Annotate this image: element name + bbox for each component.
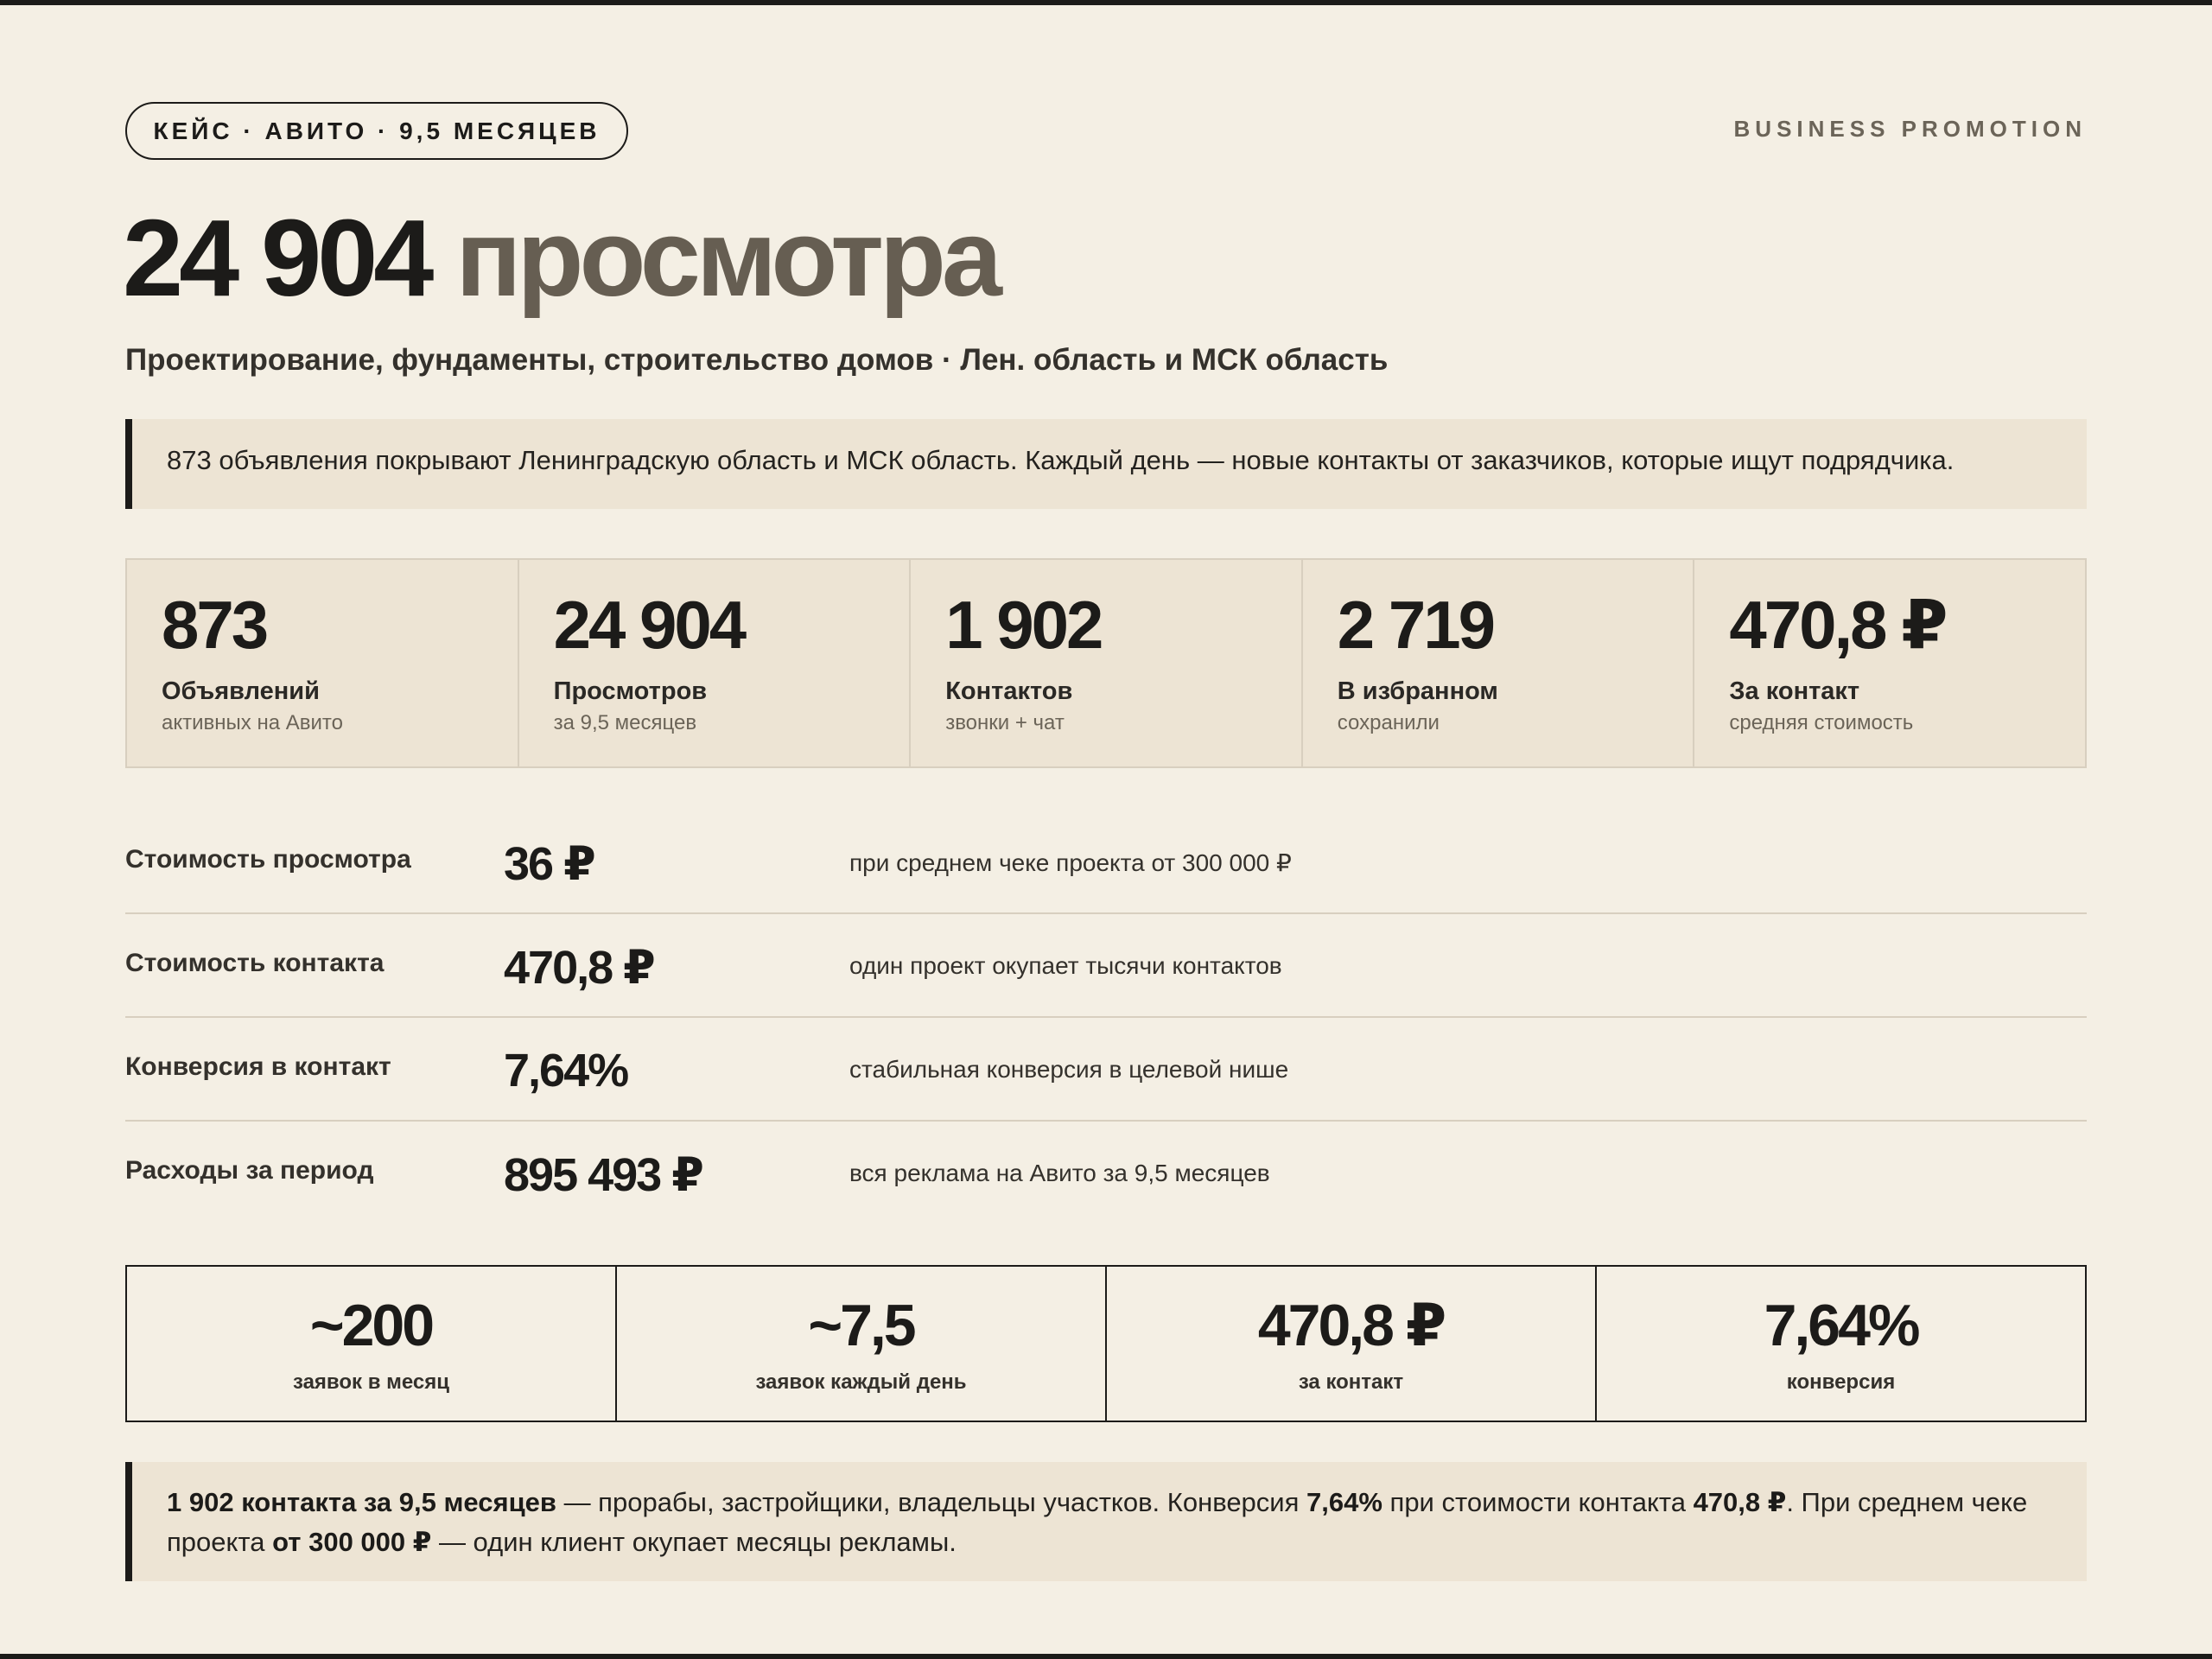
summary-cell: ~200 заявок в месяц [127, 1267, 617, 1421]
stat-value: 24 904 [553, 587, 747, 663]
summary-cell: 7,64% конверсия [1597, 1267, 2085, 1421]
metric-label: Конверсия в контакт [125, 1052, 391, 1081]
stat-views: 24 904 Просмотров за 9,5 месяцев [519, 560, 912, 766]
bottom-rule [0, 1654, 2212, 1659]
page-subtitle: Проектирование, фундаменты, строительств… [125, 343, 1389, 377]
summary-value: ~7,5 [808, 1293, 916, 1358]
metric-value: 470,8 ₽ [504, 942, 656, 994]
case-tag: КЕЙС · АВИТО · 9,5 МЕСЯЦЕВ [125, 102, 628, 160]
metric-label: Стоимость контакта [125, 949, 385, 977]
closing-emphasis: от 300 000 ₽ [272, 1527, 432, 1557]
stat-label: Объявлений [162, 677, 320, 705]
stat-label: За контакт [1729, 677, 1860, 705]
stats-grid: 873 Объявлений активных на Авито 24 904 … [125, 558, 2087, 768]
metrics-table: Стоимость просмотра 36 ₽ при среднем чек… [125, 810, 2087, 1225]
summary-label: заявок в месяц [292, 1370, 450, 1394]
metric-row: Стоимость просмотра 36 ₽ при среднем чек… [125, 810, 2087, 914]
header: КЕЙС · АВИТО · 9,5 МЕСЯЦЕВ BUSINESS PROM… [125, 102, 2087, 160]
metric-row: Конверсия в контакт 7,64% стабильная кон… [125, 1018, 2087, 1122]
metric-value: 7,64% [504, 1045, 629, 1096]
metric-note: вся реклама на Авито за 9,5 месяцев [849, 1160, 1270, 1186]
metric-row: Стоимость контакта 470,8 ₽ один проект о… [125, 914, 2087, 1018]
stat-cost-per-contact: 470,8 ₽ За контакт средняя стоимость [1694, 560, 2085, 766]
summary-label: заявок каждый день [755, 1370, 967, 1394]
stat-label: Просмотров [553, 677, 708, 705]
brand-label: BUSINESS PROMOTION [1733, 116, 2087, 142]
stat-sub: активных на Авито [162, 711, 343, 734]
hero-word: просмотра [455, 197, 1002, 319]
summary-label: конверсия [1786, 1370, 1896, 1394]
summary-label: за контакт [1298, 1370, 1404, 1394]
stat-sub: за 9,5 месяцев [553, 711, 697, 734]
metric-value: 895 493 ₽ [504, 1149, 704, 1201]
metric-value: 36 ₽ [504, 838, 596, 890]
closing-text: — прорабы, застройщики, владельцы участк… [556, 1487, 1307, 1517]
summary-value: 470,8 ₽ [1257, 1293, 1446, 1358]
closing-text: при стоимости контакта [1382, 1487, 1694, 1517]
stat-value: 470,8 ₽ [1729, 587, 1948, 663]
closing-emphasis: 470,8 ₽ [1693, 1487, 1787, 1517]
stat-label: В избранном [1337, 677, 1498, 705]
summary-value: ~200 [309, 1293, 435, 1358]
metric-row: Расходы за период 895 493 ₽ вся реклама … [125, 1122, 2087, 1225]
stat-sub: звонки + чат [945, 711, 1065, 734]
stat-value: 2 719 [1337, 587, 1496, 663]
stat-label: Контактов [945, 677, 1073, 705]
summary-grid: ~200 заявок в месяц ~7,5 заявок каждый д… [125, 1265, 2087, 1422]
stat-sub: сохранили [1337, 711, 1440, 734]
stat-listings: 873 Объявлений активных на Авито [127, 560, 519, 766]
hero-number: 24 904 [123, 197, 434, 319]
metric-note: один проект окупает тысячи контактов [849, 952, 1282, 979]
stat-value: 1 902 [945, 587, 1103, 663]
top-rule [0, 0, 2212, 5]
stat-contacts: 1 902 Контактов звонки + чат [911, 560, 1303, 766]
metric-note: при среднем чеке проекта от 300 000 ₽ [849, 849, 1292, 876]
summary-cell: 470,8 ₽ за контакт [1107, 1267, 1597, 1421]
hero-title: 24 904 просмотра [123, 204, 1002, 313]
stat-value: 873 [162, 587, 269, 663]
closing-emphasis: 1 902 контакта за 9,5 месяцев [167, 1487, 556, 1517]
closing-emphasis: 7,64% [1306, 1487, 1382, 1517]
metric-note: стабильная конверсия в целевой нише [849, 1056, 1289, 1083]
stat-sub: средняя стоимость [1729, 711, 1914, 734]
metric-label: Расходы за период [125, 1156, 374, 1185]
stat-favorites: 2 719 В избранном сохранили [1303, 560, 1695, 766]
summary-value: 7,64% [1764, 1293, 1921, 1358]
closing-text: — один клиент окупает месяцы рекламы. [431, 1527, 957, 1557]
metric-label: Стоимость просмотра [125, 845, 411, 874]
intro-callout: 873 объявления покрывают Ленинградскую о… [125, 419, 2087, 509]
closing-callout: 1 902 контакта за 9,5 месяцев — прорабы,… [125, 1462, 2087, 1581]
summary-cell: ~7,5 заявок каждый день [617, 1267, 1107, 1421]
